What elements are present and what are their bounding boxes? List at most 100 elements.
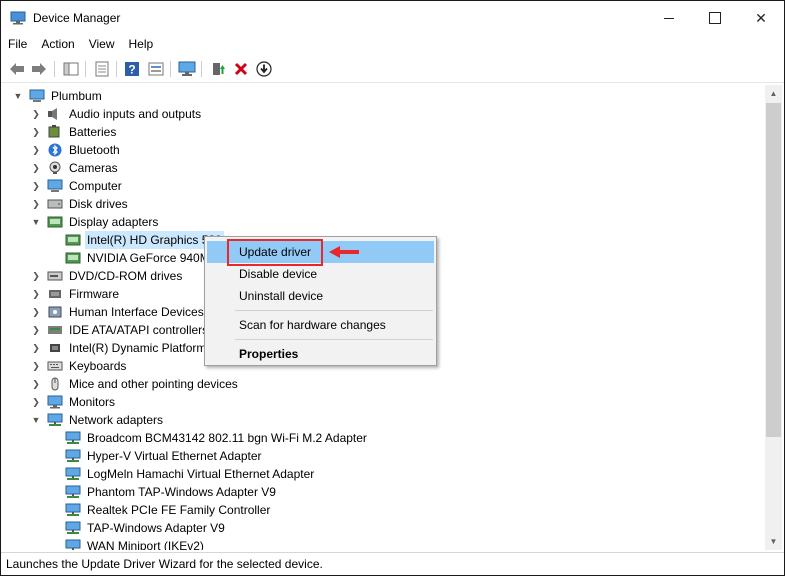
maximize-button[interactable]	[692, 1, 738, 35]
vertical-scrollbar[interactable]: ▲ ▼	[765, 85, 782, 550]
tree-category-7-label: DVD/CD-ROM drives	[69, 269, 183, 283]
battery-icon	[47, 125, 63, 139]
tree-device-15-4[interactable]: Realtek PCIe FE Family Controller	[65, 501, 272, 519]
back-icon[interactable]	[8, 60, 26, 78]
view-icon[interactable]	[147, 60, 165, 78]
tree-device-15-1[interactable]: Hyper-V Virtual Ethernet Adapter	[65, 447, 264, 465]
toolbar: ?	[1, 56, 784, 83]
scroll-down-icon[interactable]: ▼	[765, 533, 782, 550]
disable-device-menu-item[interactable]: Disable device	[207, 263, 434, 285]
tree-category-11[interactable]: ❯ Intel(R) Dynamic Platform	[30, 339, 208, 357]
tree-category-14[interactable]: ❯ Monitors	[30, 393, 117, 411]
tree-device-15-0-label: Broadcom BCM43142 802.11 bgn Wi-Fi M.2 A…	[87, 431, 367, 445]
tree-category-6[interactable]: ▼ Display adapters	[30, 213, 160, 231]
tree-device-6-0[interactable]: Intel(R) HD Graphics 520	[65, 231, 224, 249]
expand-chevron-icon[interactable]: ❯	[30, 105, 42, 123]
display-adapter-icon	[47, 215, 63, 229]
tree-category-12[interactable]: ❯ Keyboards	[30, 357, 128, 375]
tree-category-12-label: Keyboards	[69, 359, 127, 373]
collapse-chevron-icon[interactable]: ▼	[12, 87, 24, 105]
tree-category-13[interactable]: ❯ Mice and other pointing devices	[30, 375, 240, 393]
tree-device-15-6-label: WAN Miniport (IKEv2)	[87, 539, 204, 550]
network-icon	[65, 449, 81, 463]
tree-device-15-5[interactable]: TAP-Windows Adapter V9	[65, 519, 227, 537]
expand-chevron-icon[interactable]: ❯	[30, 195, 42, 213]
menu-action[interactable]: Action	[34, 35, 81, 55]
expand-chevron-icon[interactable]: ❯	[30, 375, 42, 393]
network-icon	[65, 521, 81, 535]
mouse-icon	[47, 377, 63, 391]
tree-category-15[interactable]: ▼ Network adapters	[30, 411, 165, 429]
tree-category-7[interactable]: ❯ DVD/CD-ROM drives	[30, 267, 184, 285]
expand-chevron-icon[interactable]: ❯	[30, 357, 42, 375]
scan-hardware-icon[interactable]	[178, 60, 196, 78]
tree-category-8[interactable]: ❯ Firmware	[30, 285, 121, 303]
network-icon	[65, 485, 81, 499]
scan-hardware-menu-item[interactable]: Scan for hardware changes	[207, 314, 434, 336]
scrollbar-thumb[interactable]	[766, 103, 781, 437]
expand-chevron-icon[interactable]: ❯	[30, 393, 42, 411]
help-icon[interactable]: ?	[123, 60, 141, 78]
tree-category-15-label: Network adapters	[69, 413, 164, 427]
menu-bar: File Action View Help	[1, 35, 784, 55]
tree-device-15-6[interactable]: WAN Miniport (IKEv2)	[65, 537, 206, 550]
speaker-icon	[47, 107, 63, 121]
menu-help[interactable]: Help	[122, 35, 161, 55]
tree-category-9-label: Human Interface Devices	[69, 305, 204, 319]
title-bar: Device Manager ✕	[1, 1, 784, 35]
tree-root-label: Plumbum	[51, 89, 102, 103]
scroll-up-icon[interactable]: ▲	[765, 85, 782, 102]
expand-chevron-icon[interactable]: ❯	[30, 123, 42, 141]
context-menu-separator	[235, 310, 433, 311]
tree-category-1[interactable]: ❯ Batteries	[30, 123, 118, 141]
expand-chevron-icon[interactable]: ❯	[30, 339, 42, 357]
minimize-button[interactable]	[646, 1, 692, 35]
network-icon	[47, 413, 63, 427]
tree-category-2[interactable]: ❯ Bluetooth	[30, 141, 122, 159]
expand-chevron-icon[interactable]: ❯	[30, 321, 42, 339]
expand-chevron-icon[interactable]: ❯	[30, 141, 42, 159]
network-icon	[65, 431, 81, 445]
tree-category-10[interactable]: ❯ IDE ATA/ATAPI controllers	[30, 321, 210, 339]
expand-chevron-icon[interactable]: ❯	[30, 285, 42, 303]
tree-category-5-label: Disk drives	[69, 197, 128, 211]
collapse-chevron-icon[interactable]: ▼	[30, 411, 42, 429]
tree-device-15-5-label: TAP-Windows Adapter V9	[87, 521, 225, 535]
tree-device-15-3[interactable]: Phantom TAP-Windows Adapter V9	[65, 483, 278, 501]
hid-icon	[47, 305, 63, 319]
uninstall-device-menu-item[interactable]: Uninstall device	[207, 285, 434, 307]
update-driver-icon[interactable]	[209, 60, 227, 78]
menu-view[interactable]: View	[82, 35, 122, 55]
expand-chevron-icon[interactable]: ❯	[30, 303, 42, 321]
status-text: Launches the Update Driver Wizard for th…	[6, 557, 323, 571]
expand-chevron-icon[interactable]: ❯	[30, 177, 42, 195]
toolbar-separator	[201, 61, 202, 77]
disable-icon[interactable]	[255, 60, 273, 78]
tree-category-3[interactable]: ❯ Cameras	[30, 159, 120, 177]
tree-device-15-2[interactable]: LogMeln Hamachi Virtual Ethernet Adapter	[65, 465, 316, 483]
expand-chevron-icon[interactable]: ❯	[30, 267, 42, 285]
tree-category-0[interactable]: ❯ Audio inputs and outputs	[30, 105, 203, 123]
expand-chevron-icon[interactable]: ❯	[30, 159, 42, 177]
properties-icon[interactable]	[93, 60, 111, 78]
toolbar-separator	[170, 61, 171, 77]
show-hide-tree-icon[interactable]	[62, 60, 80, 78]
properties-menu-item[interactable]: Properties	[207, 343, 434, 365]
forward-icon[interactable]	[30, 60, 48, 78]
close-button[interactable]: ✕	[738, 1, 784, 35]
tree-category-9[interactable]: ❯ Human Interface Devices	[30, 303, 206, 321]
tree-category-14-label: Monitors	[69, 395, 116, 409]
collapse-chevron-icon[interactable]: ▼	[30, 213, 42, 231]
menu-file[interactable]: File	[1, 35, 34, 55]
uninstall-icon[interactable]	[232, 60, 250, 78]
tree-device-15-0[interactable]: Broadcom BCM43142 802.11 bgn Wi-Fi M.2 A…	[65, 429, 369, 447]
display-adapter-icon	[65, 233, 81, 247]
tree-root[interactable]: ▼ Plumbum	[12, 87, 104, 105]
tree-category-5[interactable]: ❯ Disk drives	[30, 195, 130, 213]
tree-device-6-1[interactable]: NVIDIA GeForce 940M	[65, 249, 212, 267]
tree-device-15-4-label: Realtek PCIe FE Family Controller	[87, 503, 271, 517]
tree-device-6-0-label: Intel(R) HD Graphics 520	[85, 231, 224, 249]
tree-category-4[interactable]: ❯ Computer	[30, 177, 124, 195]
bluetooth-icon	[47, 143, 63, 157]
tree-category-6-label: Display adapters	[69, 215, 159, 229]
